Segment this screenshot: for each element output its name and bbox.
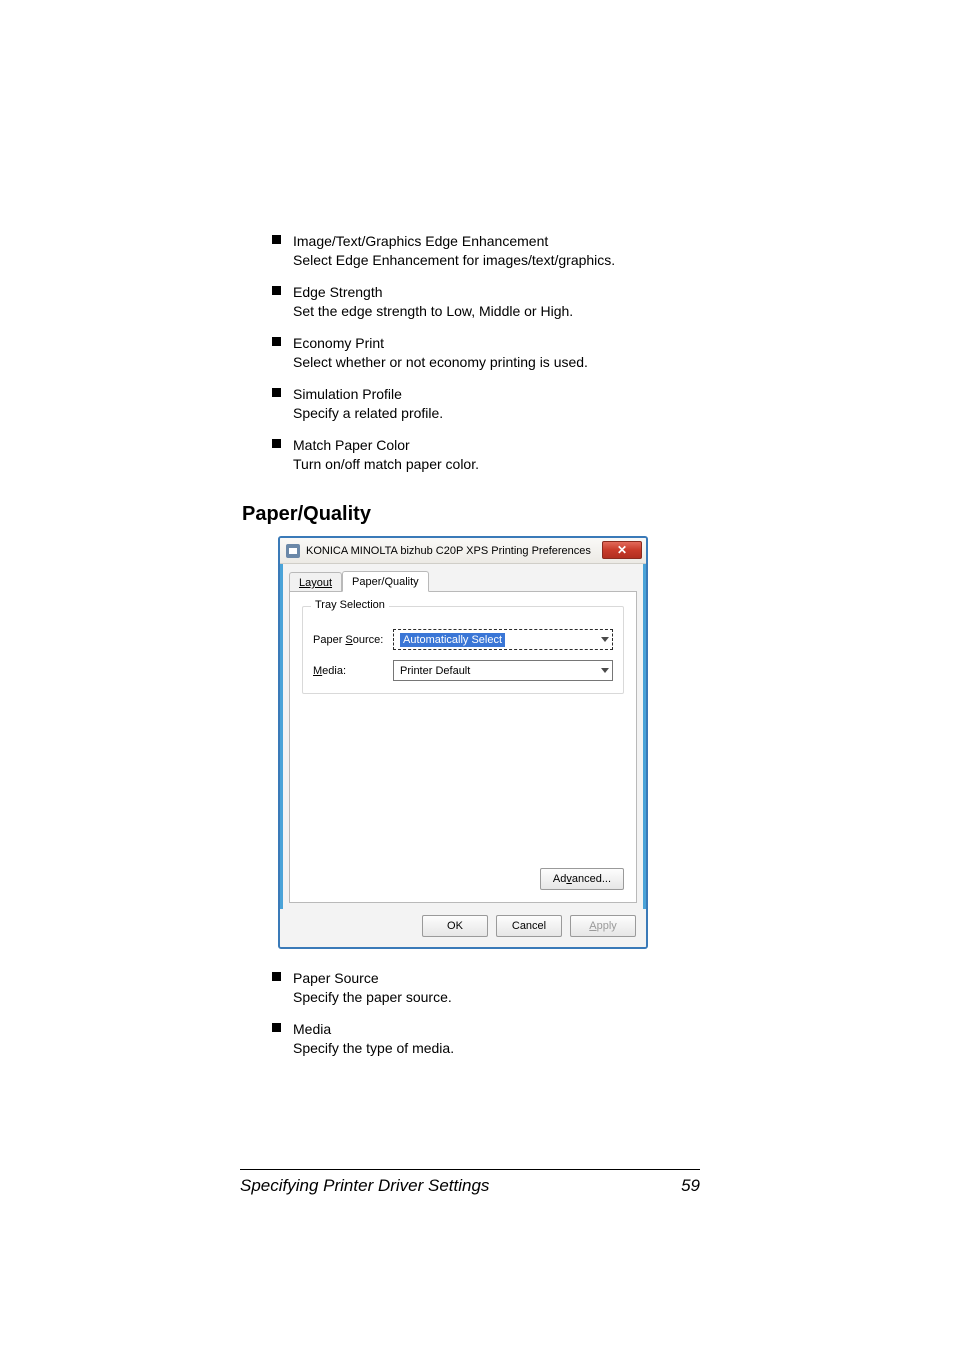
paper-source-label: Paper Source: (313, 634, 393, 646)
chevron-down-icon (601, 668, 609, 673)
tabs: Layout Paper/Quality (289, 569, 637, 591)
close-button[interactable]: ✕ (602, 541, 642, 559)
list-item: Edge Strength Set the edge strength to L… (272, 283, 682, 320)
tray-selection-group: Tray Selection Paper Source: Automatical… (302, 606, 624, 694)
list-item: Paper Source Specify the paper source. (272, 969, 682, 1006)
dialog-footer-buttons: OK Cancel Apply (280, 909, 646, 947)
advanced-button[interactable]: Advanced... (540, 868, 624, 890)
printing-preferences-dialog: KONICA MINOLTA bizhub C20P XPS Printing … (278, 536, 648, 949)
bullet-title: Paper Source (293, 969, 379, 987)
bullet-icon (272, 286, 281, 295)
section-heading: Paper/Quality (242, 503, 682, 526)
bullet-list-bottom: Paper Source Specify the paper source. M… (272, 969, 682, 1057)
bullet-desc: Specify the paper source. (293, 988, 682, 1006)
bullet-icon (272, 235, 281, 244)
bullet-desc: Specify a related profile. (293, 404, 682, 422)
dialog-body: Layout Paper/Quality Tray Selection Pape… (280, 564, 646, 909)
bullet-desc: Select whether or not economy printing i… (293, 353, 682, 371)
bullet-title: Economy Print (293, 334, 384, 352)
chevron-down-icon (601, 637, 609, 642)
bullet-icon (272, 439, 281, 448)
bullet-desc: Set the edge strength to Low, Middle or … (293, 302, 682, 320)
bullet-title: Match Paper Color (293, 436, 410, 454)
bullet-title: Simulation Profile (293, 385, 402, 403)
footer-divider (240, 1169, 700, 1170)
media-row: Media: Printer Default (313, 660, 613, 681)
list-item: Match Paper Color Turn on/off match pape… (272, 436, 682, 473)
paper-source-value: Automatically Select (400, 633, 505, 647)
media-select[interactable]: Printer Default (393, 660, 613, 681)
ok-button[interactable]: OK (422, 915, 488, 937)
bullet-desc: Turn on/off match paper color. (293, 455, 682, 473)
bullet-list-top: Image/Text/Graphics Edge Enhancement Sel… (272, 232, 682, 473)
tab-paper-quality[interactable]: Paper/Quality (342, 571, 429, 592)
list-item: Image/Text/Graphics Edge Enhancement Sel… (272, 232, 682, 269)
tab-panel: Tray Selection Paper Source: Automatical… (289, 591, 637, 903)
bullet-icon (272, 1023, 281, 1032)
bullet-desc: Select Edge Enhancement for images/text/… (293, 251, 682, 269)
printer-icon (286, 544, 300, 558)
apply-button[interactable]: Apply (570, 915, 636, 937)
list-item: Economy Print Select whether or not econ… (272, 334, 682, 371)
tab-layout[interactable]: Layout (289, 572, 342, 592)
bullet-icon (272, 388, 281, 397)
page-number: 59 (681, 1176, 700, 1196)
list-item: Media Specify the type of media. (272, 1020, 682, 1057)
bullet-title: Image/Text/Graphics Edge Enhancement (293, 232, 548, 250)
cancel-button[interactable]: Cancel (496, 915, 562, 937)
list-item: Simulation Profile Specify a related pro… (272, 385, 682, 422)
paper-source-select[interactable]: Automatically Select (393, 629, 613, 650)
media-label: Media: (313, 665, 393, 677)
bullet-title: Edge Strength (293, 283, 383, 301)
bullet-title: Media (293, 1020, 331, 1038)
bullet-desc: Specify the type of media. (293, 1039, 682, 1057)
bullet-icon (272, 337, 281, 346)
group-label: Tray Selection (311, 599, 389, 611)
close-icon: ✕ (617, 543, 627, 557)
media-value: Printer Default (400, 665, 470, 677)
footer-title: Specifying Printer Driver Settings (240, 1176, 489, 1196)
dialog-titlebar: KONICA MINOLTA bizhub C20P XPS Printing … (280, 538, 646, 564)
dialog-title: KONICA MINOLTA bizhub C20P XPS Printing … (306, 545, 591, 557)
paper-source-row: Paper Source: Automatically Select (313, 629, 613, 650)
bullet-icon (272, 972, 281, 981)
page-footer: Specifying Printer Driver Settings 59 (240, 1169, 700, 1196)
